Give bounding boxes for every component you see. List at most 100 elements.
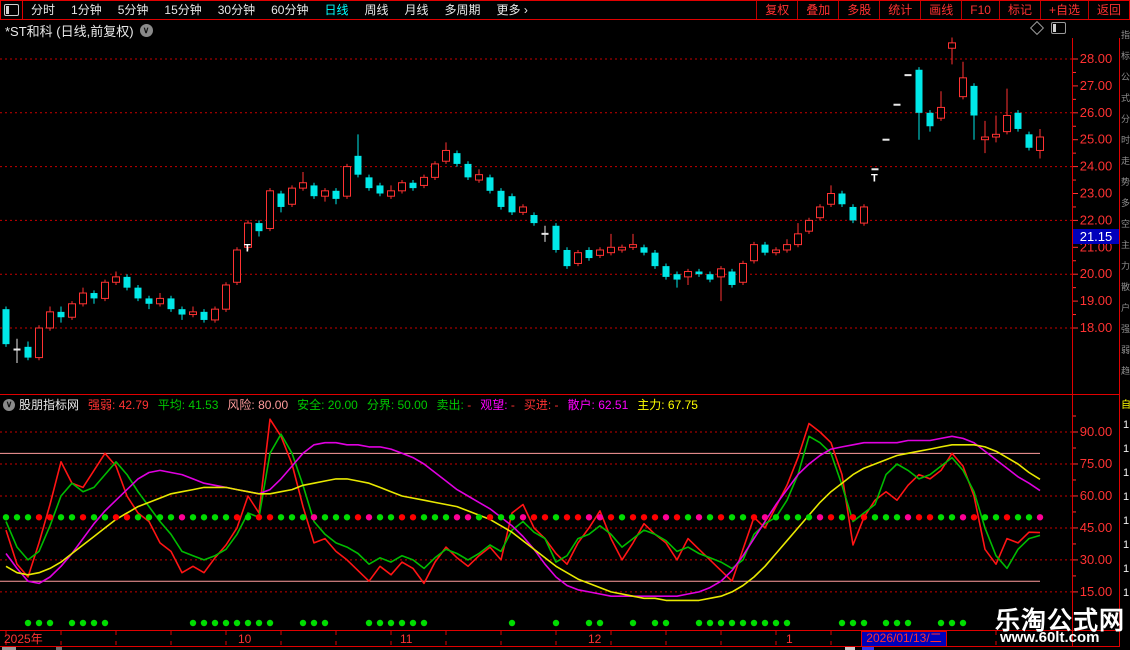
boundary-dot: [553, 514, 559, 520]
boundary-dot: [993, 514, 999, 520]
boundary-dot: [344, 514, 350, 520]
boundary-dot: [751, 514, 757, 520]
candle-up: [861, 207, 868, 223]
right-strip-text: 强: [1121, 325, 1130, 334]
signal-dot: [190, 620, 196, 626]
boundary-dot: [157, 514, 163, 520]
signal-dot: [850, 620, 856, 626]
page-title: *ST和科 (日线,前复权): [5, 21, 134, 40]
candle-down: [531, 215, 538, 223]
boundary-dot: [839, 514, 845, 520]
signal-dot: [36, 620, 42, 626]
right-strip-text: 主: [1121, 241, 1130, 250]
boundary-dot: [762, 514, 768, 520]
boundary-dot: [399, 514, 405, 520]
chevron-down-icon[interactable]: ∨: [140, 24, 153, 37]
signal-dot: [399, 620, 405, 626]
candle-down: [498, 191, 505, 207]
candle-up: [113, 277, 120, 282]
boundary-dot: [256, 514, 262, 520]
indicator-value-卖出: 卖出: -: [437, 396, 472, 413]
date-axis-label: 12: [588, 632, 601, 646]
candle-up: [773, 250, 780, 253]
candle-down: [366, 177, 373, 188]
boundary-dot: [25, 514, 31, 520]
right-strip-number: 1: [1122, 563, 1130, 575]
boundary-dot: [300, 514, 306, 520]
boundary-dot: [179, 514, 185, 520]
candle-down: [410, 183, 417, 188]
right-strip-number: 1: [1122, 587, 1130, 599]
signal-dot: [201, 620, 207, 626]
boundary-dot: [520, 514, 526, 520]
candle-down: [971, 86, 978, 116]
right-strip-text: 势: [1121, 178, 1130, 187]
boundary-dot: [1037, 514, 1043, 520]
signal-dot: [377, 620, 383, 626]
candle-up: [949, 43, 956, 48]
signal-dot: [784, 620, 790, 626]
boundary-dot: [146, 514, 152, 520]
signal-dot: [410, 620, 416, 626]
boundary-dot: [916, 514, 922, 520]
signal-dot: [245, 620, 251, 626]
candle-down: [124, 277, 131, 288]
candle-down: [201, 312, 208, 320]
candle-down: [729, 272, 736, 285]
candle-down: [311, 185, 318, 196]
indicator-axis-label: 60.00: [1080, 488, 1113, 503]
candle-up: [190, 312, 197, 315]
candle-up: [630, 245, 637, 248]
signal-dot: [47, 620, 53, 626]
boundary-dot: [564, 514, 570, 520]
boundary-dot: [212, 514, 218, 520]
date-axis[interactable]: 2025年10111212026/01/13/二: [0, 630, 1120, 647]
candle-down: [3, 309, 10, 344]
boundary-dot: [388, 514, 394, 520]
price-axis-label: 27.00: [1080, 78, 1113, 93]
signal-dot: [421, 620, 427, 626]
right-strip-text: 标: [1121, 52, 1130, 61]
boundary-dot: [674, 514, 680, 520]
boundary-dot: [861, 514, 867, 520]
boundary-dot: [982, 514, 988, 520]
signal-dot: [267, 620, 273, 626]
right-strip-number: 1: [1122, 467, 1130, 479]
chevron-down-icon[interactable]: ∨: [3, 399, 15, 411]
panel-toggle-icon[interactable]: [1051, 22, 1066, 34]
candle-up: [806, 220, 813, 231]
candle-up: [289, 188, 296, 204]
candle-up: [267, 191, 274, 229]
boundary-dot: [410, 514, 416, 520]
candle-down: [564, 250, 571, 266]
boundary-dot: [806, 514, 812, 520]
candle-up: [1004, 115, 1011, 131]
signal-dot: [883, 620, 889, 626]
candlestick-and-indicator-chart[interactable]: 28.0027.0026.0025.0024.0023.0022.0021.00…: [0, 0, 1130, 650]
right-strip-text: 公: [1121, 73, 1130, 82]
right-strip-text: 户: [1121, 304, 1130, 313]
candle-up: [597, 250, 604, 255]
signal-dot: [751, 620, 757, 626]
right-strip-text: 空: [1121, 220, 1130, 229]
boundary-dot: [322, 514, 328, 520]
boundary-dot: [619, 514, 625, 520]
signal-dot: [234, 620, 240, 626]
signal-dot: [861, 620, 867, 626]
boundary-dot: [135, 514, 141, 520]
boundary-dot: [850, 514, 856, 520]
boundary-dot: [245, 514, 251, 520]
signal-dot: [696, 620, 702, 626]
candle-down: [509, 196, 516, 212]
diamond-icon[interactable]: [1030, 21, 1044, 35]
candle-up: [223, 285, 230, 309]
candle-down: [91, 293, 98, 298]
candle-down: [454, 153, 461, 164]
boundary-dot: [773, 514, 779, 520]
indicator-value-安全: 安全: 20.00: [297, 396, 358, 413]
boundary-dot: [421, 514, 427, 520]
boundary-dot: [971, 514, 977, 520]
price-axis-label: 18.00: [1080, 320, 1113, 335]
candle-up: [740, 263, 747, 282]
boundary-dot: [311, 514, 317, 520]
